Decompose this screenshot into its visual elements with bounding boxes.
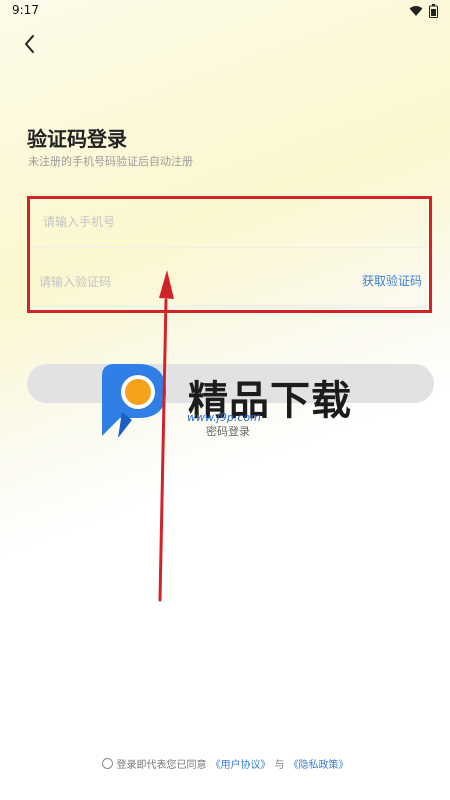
agreement-and: 与 [274, 760, 285, 771]
code-input[interactable] [39, 272, 319, 292]
agreement-text: 登录即代表您已同意 [116, 760, 207, 771]
status-icons [409, 4, 438, 18]
user-agreement-link[interactable]: 《用户协议》 [211, 756, 271, 771]
status-time: 9:17 [12, 3, 39, 17]
privacy-policy-link[interactable]: 《隐私政策》 [289, 756, 349, 771]
watermark-url: www.j9p.com [187, 411, 261, 424]
phone-field [30, 198, 428, 248]
battery-icon [429, 4, 438, 18]
status-bar: 9:17 [0, 0, 450, 24]
back-button[interactable] [18, 30, 42, 58]
code-field: 获取验证码 [30, 258, 428, 308]
agreement-row: 登录即代表您已同意 《用户协议》 与 《隐私政策》 [0, 756, 450, 771]
page-title: 验证码登录 [27, 127, 127, 151]
wifi-icon [409, 6, 423, 16]
chevron-left-icon [25, 35, 34, 53]
agree-checkbox[interactable] [101, 758, 113, 769]
get-code-button[interactable]: 获取验证码 [362, 272, 422, 289]
watermark-logo [98, 356, 178, 442]
page-subtitle: 未注册的手机号码验证后自动注册 [28, 155, 193, 168]
phone-input[interactable] [43, 212, 323, 232]
